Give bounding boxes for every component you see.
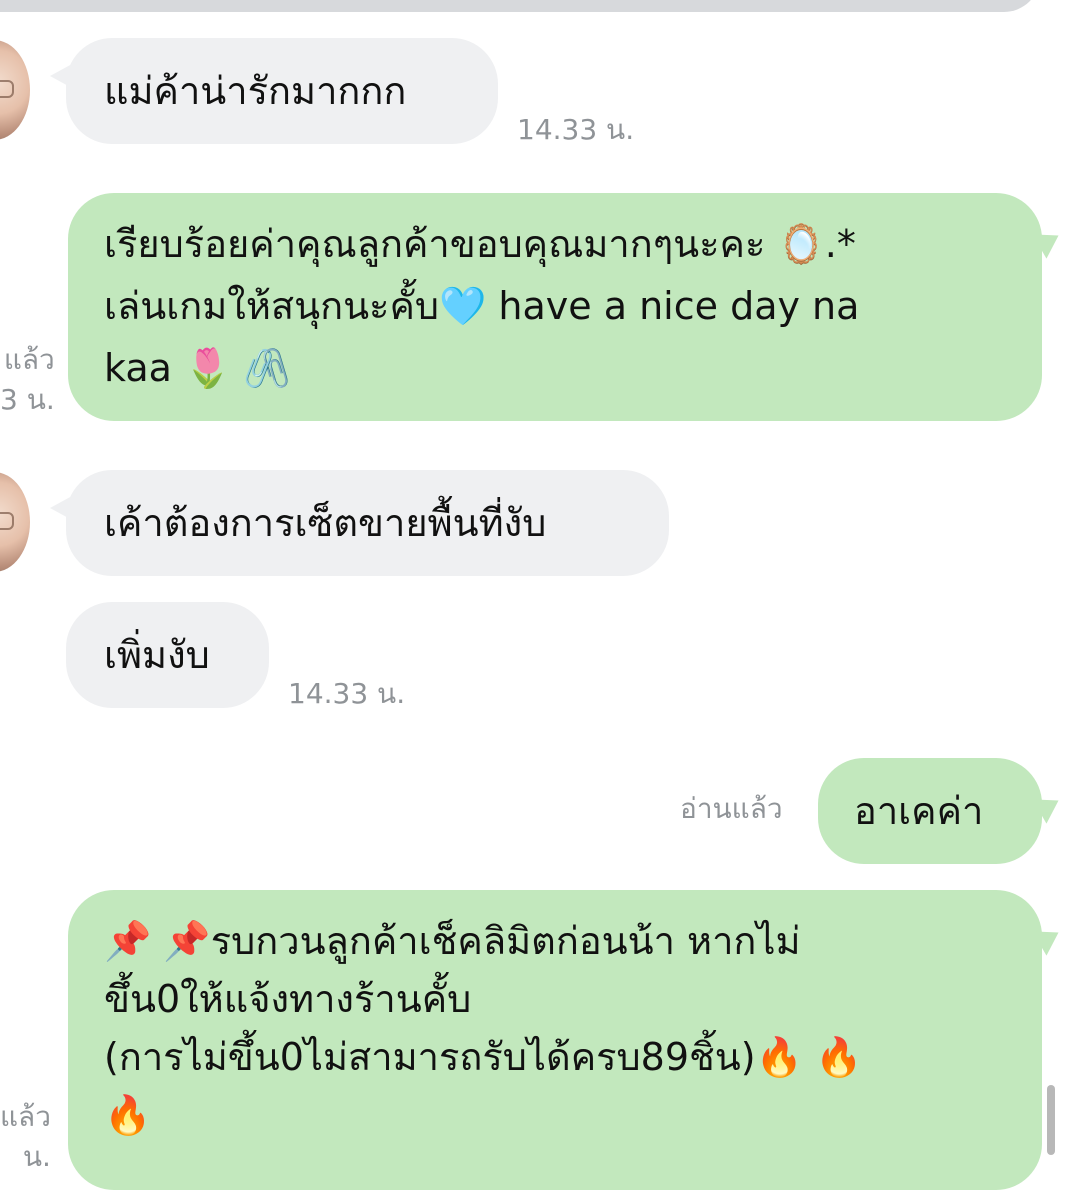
message-line: เล่นเกมให้สนุกนะคั้บ🩵 have a nice day na [104,284,860,328]
scrollbar-thumb[interactable] [1047,1085,1055,1155]
read-status-time: น. [22,1140,51,1173]
read-status-time: 3 น. [0,383,55,416]
top-header-bar [0,0,1040,12]
read-status-label: แล้ว [0,1100,51,1133]
message-text: เพิ่มงับ [104,633,210,677]
avatar-glasses-detail [0,80,14,98]
message-line: kaa 🌷 🖇️ [104,346,291,390]
message-text: อาเคค่า [854,789,984,833]
read-status-left: แล้ว น. [0,1097,51,1177]
message-text: เค้าต้องการเซ็ตขายพื้นที่งับ [104,501,547,545]
message-line: ขึ้น0ให้แจ้งทางร้านคั้บ [104,977,472,1021]
avatar-glasses-detail [0,512,14,530]
read-status-left: แล้ว 3 น. [0,340,55,420]
message-bubble-outgoing[interactable]: เรียบร้อยค่าคุณลูกค้าขอบคุณมากๆนะคะ 🪞.* … [68,193,1042,421]
read-status-label: อ่านแล้ว [680,792,783,825]
message-timestamp: 14.33 น. [288,677,406,710]
message-line: 🔥 [104,1093,152,1137]
message-line: (การไม่ขึ้น0ไม่สามารถรับได้ครบ89ชิ้น)🔥 🔥 [104,1035,863,1079]
message-line: เรียบร้อยค่าคุณลูกค้าขอบคุณมากๆนะคะ 🪞.* [104,222,856,266]
message-bubble-incoming[interactable]: เค้าต้องการเซ็ตขายพื้นที่งับ [50,470,669,576]
message-line: 📌 📌รบกวนลูกค้าเช็คลิมิตก่อนน้า หากไม่ [104,919,801,963]
sender-avatar[interactable] [0,40,30,140]
message-timestamp: 14.33 น. [517,113,635,146]
message-bubble-outgoing[interactable]: อาเคค่า [818,758,1042,864]
message-bubble-incoming[interactable]: แม่ค้าน่ารักมากกก [50,38,498,144]
read-status-label: แล้ว [3,343,55,376]
message-bubble-incoming[interactable]: เพิ่มงับ [66,602,269,708]
sender-avatar[interactable] [0,472,30,572]
message-bubble-outgoing[interactable]: 📌 📌รบกวนลูกค้าเช็คลิมิตก่อนน้า หากไม่ ขึ… [68,890,1042,1190]
message-text: แม่ค้าน่ารักมากกก [104,69,407,113]
